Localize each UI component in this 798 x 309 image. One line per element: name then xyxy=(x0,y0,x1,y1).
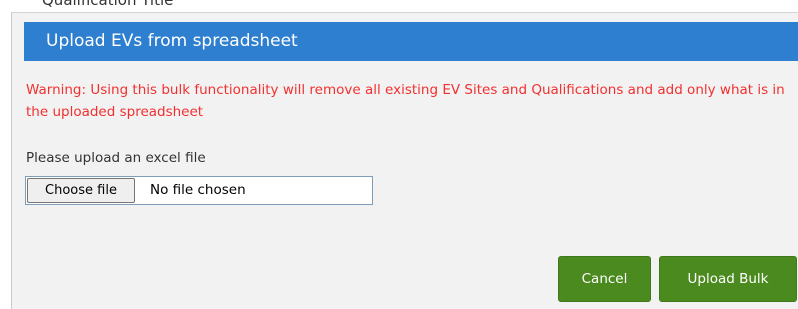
warning-message: Warning: Using this bulk functionality w… xyxy=(26,82,785,120)
background-field-label: Qualification Title xyxy=(42,0,174,9)
upload-field-label: Please upload an excel file xyxy=(26,150,206,166)
page: Qualification Title Upload EVs from spre… xyxy=(0,0,798,309)
upload-bulk-button[interactable]: Upload Bulk xyxy=(659,256,797,302)
file-status-text: No file chosen xyxy=(150,182,246,198)
choose-file-button[interactable]: Choose file xyxy=(27,178,135,203)
file-input[interactable]: Choose file No file chosen xyxy=(25,176,373,205)
cancel-button[interactable]: Cancel xyxy=(558,256,651,302)
dialog-header: Upload EVs from spreadsheet xyxy=(24,22,798,61)
dialog-title: Upload EVs from spreadsheet xyxy=(46,31,298,51)
upload-evs-dialog: Upload EVs from spreadsheet Warning: Usi… xyxy=(11,12,798,309)
